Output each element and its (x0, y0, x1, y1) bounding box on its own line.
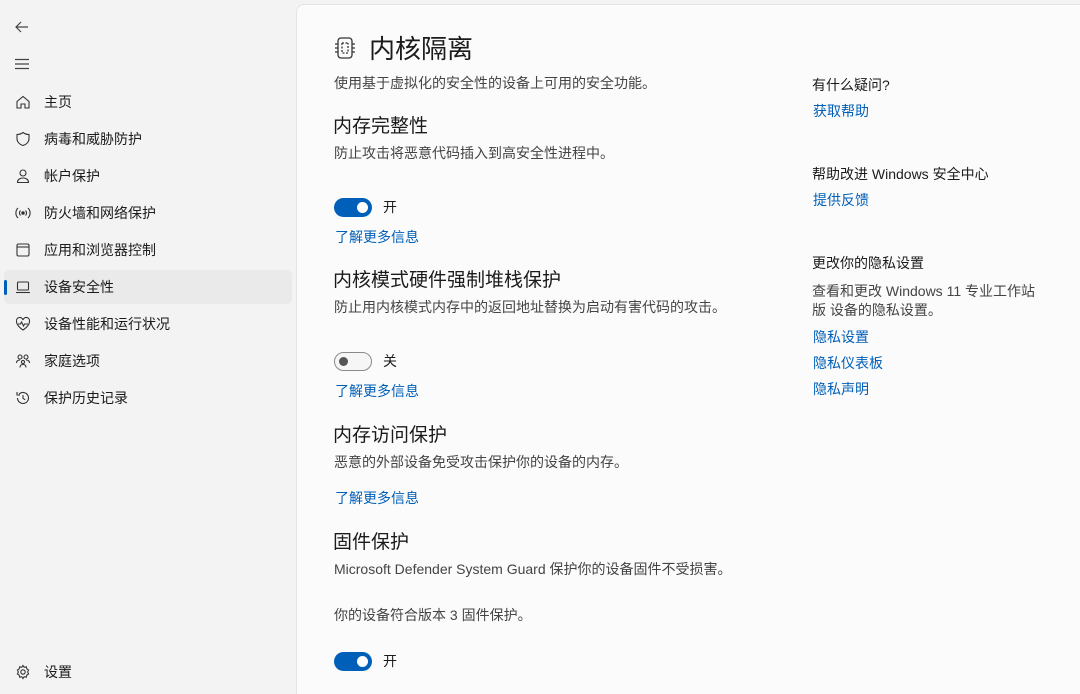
sidebar-item-label: 帐户保护 (44, 168, 100, 184)
menu-button[interactable] (6, 50, 38, 78)
firmware-toggle-row: 开 (334, 651, 397, 671)
page-header: 内核隔离 (333, 29, 473, 66)
privacy-settings-link[interactable]: 隐私设置 (813, 327, 869, 347)
content-pane: 内核隔离 使用基于虚拟化的安全性的设备上可用的安全功能。 内存完整性 防止攻击将… (296, 4, 1080, 694)
get-help-link[interactable]: 获取帮助 (813, 101, 869, 121)
sidebar-item-label: 保护历史记录 (44, 390, 128, 406)
history-icon (12, 387, 34, 409)
firmware-toggle-state: 开 (383, 653, 397, 669)
stack-protection-learn-more-link[interactable]: 了解更多信息 (335, 381, 419, 401)
back-button[interactable] (6, 13, 38, 41)
navigation-pane: 主页 病毒和威胁防护 帐户保护 防火墙和网络保护 应用和浏览器控制 设备安全性 (0, 0, 296, 694)
stack-protection-toggle[interactable] (334, 351, 372, 371)
memory-access-description: 恶意的外部设备免受攻击保护你的设备的内存。 (334, 454, 628, 470)
stack-protection-title: 内核模式硬件强制堆栈保护 (333, 270, 562, 291)
app-window-icon (12, 239, 34, 261)
back-arrow-icon (15, 21, 28, 33)
sidebar-item-label: 家庭选项 (44, 353, 100, 369)
sidebar-item-settings[interactable]: 设置 (4, 655, 292, 689)
sidebar-item-firewall[interactable]: 防火墙和网络保护 (4, 196, 292, 230)
sidebar-item-label: 主页 (44, 94, 72, 110)
firmware-toggle[interactable] (334, 651, 372, 671)
memory-access-title: 内存访问保护 (333, 425, 448, 446)
sidebar-item-label: 设备安全性 (44, 279, 114, 295)
wireless-icon (12, 202, 34, 224)
stack-protection-toggle-row: 关 (334, 351, 397, 371)
firmware-note: 你的设备符合版本 3 固件保护。 (334, 607, 532, 623)
memory-integrity-title: 内存完整性 (333, 116, 429, 137)
sidebar-item-device-performance[interactable]: 设备性能和运行状况 (4, 307, 292, 341)
sidebar-item-family-options[interactable]: 家庭选项 (4, 344, 292, 378)
privacy-heading: 更改你的隐私设置 (812, 255, 924, 271)
sidebar-item-home[interactable]: 主页 (4, 85, 292, 119)
shield-icon (12, 128, 34, 150)
sidebar-item-virus-protection[interactable]: 病毒和威胁防护 (4, 122, 292, 156)
firmware-description: Microsoft Defender System Guard 保护你的设备固件… (334, 561, 732, 577)
person-icon (12, 165, 34, 187)
stack-protection-toggle-state: 关 (383, 353, 397, 369)
sidebar-item-label: 防火墙和网络保护 (44, 205, 156, 221)
memory-integrity-toggle-row: 开 (334, 197, 397, 217)
sidebar-item-label: 设置 (44, 664, 72, 680)
gear-icon (12, 661, 34, 683)
sidebar-item-device-security[interactable]: 设备安全性 (4, 270, 292, 304)
privacy-text: 查看和更改 Windows 11 专业工作站版 设备的隐私设置。 (812, 283, 1035, 318)
hamburger-icon (15, 58, 29, 70)
questions-heading: 有什么疑问? (812, 77, 890, 93)
stack-protection-description: 防止用内核模式内存中的返回地址替换为启动有害代码的攻击。 (334, 299, 726, 315)
chip-icon (335, 36, 355, 59)
sidebar-item-label: 病毒和威胁防护 (44, 131, 142, 147)
memory-integrity-toggle-state: 开 (383, 199, 397, 215)
sidebar-item-protection-history[interactable]: 保护历史记录 (4, 381, 292, 415)
page-title: 内核隔离 (369, 34, 474, 64)
sidebar-item-label: 设备性能和运行状况 (44, 316, 170, 332)
memory-access-learn-more-link[interactable]: 了解更多信息 (335, 488, 419, 508)
privacy-dashboard-link[interactable]: 隐私仪表板 (813, 353, 883, 373)
improve-heading: 帮助改进 Windows 安全中心 (812, 166, 989, 182)
firmware-title: 固件保护 (333, 532, 410, 553)
family-icon (12, 350, 34, 372)
sidebar-item-app-browser-control[interactable]: 应用和浏览器控制 (4, 233, 292, 267)
memory-integrity-learn-more-link[interactable]: 了解更多信息 (335, 227, 419, 247)
heart-pulse-icon (12, 313, 34, 335)
sidebar-item-account-protection[interactable]: 帐户保护 (4, 159, 292, 193)
feedback-link[interactable]: 提供反馈 (813, 190, 869, 210)
memory-integrity-description: 防止攻击将恶意代码插入到高安全性进程中。 (334, 145, 614, 161)
home-icon (12, 91, 34, 113)
sidebar-item-label: 应用和浏览器控制 (44, 242, 156, 258)
privacy-statement-link[interactable]: 隐私声明 (813, 379, 869, 399)
memory-integrity-toggle[interactable] (334, 197, 372, 217)
page-description: 使用基于虚拟化的安全性的设备上可用的安全功能。 (334, 75, 656, 91)
laptop-icon (12, 276, 34, 298)
